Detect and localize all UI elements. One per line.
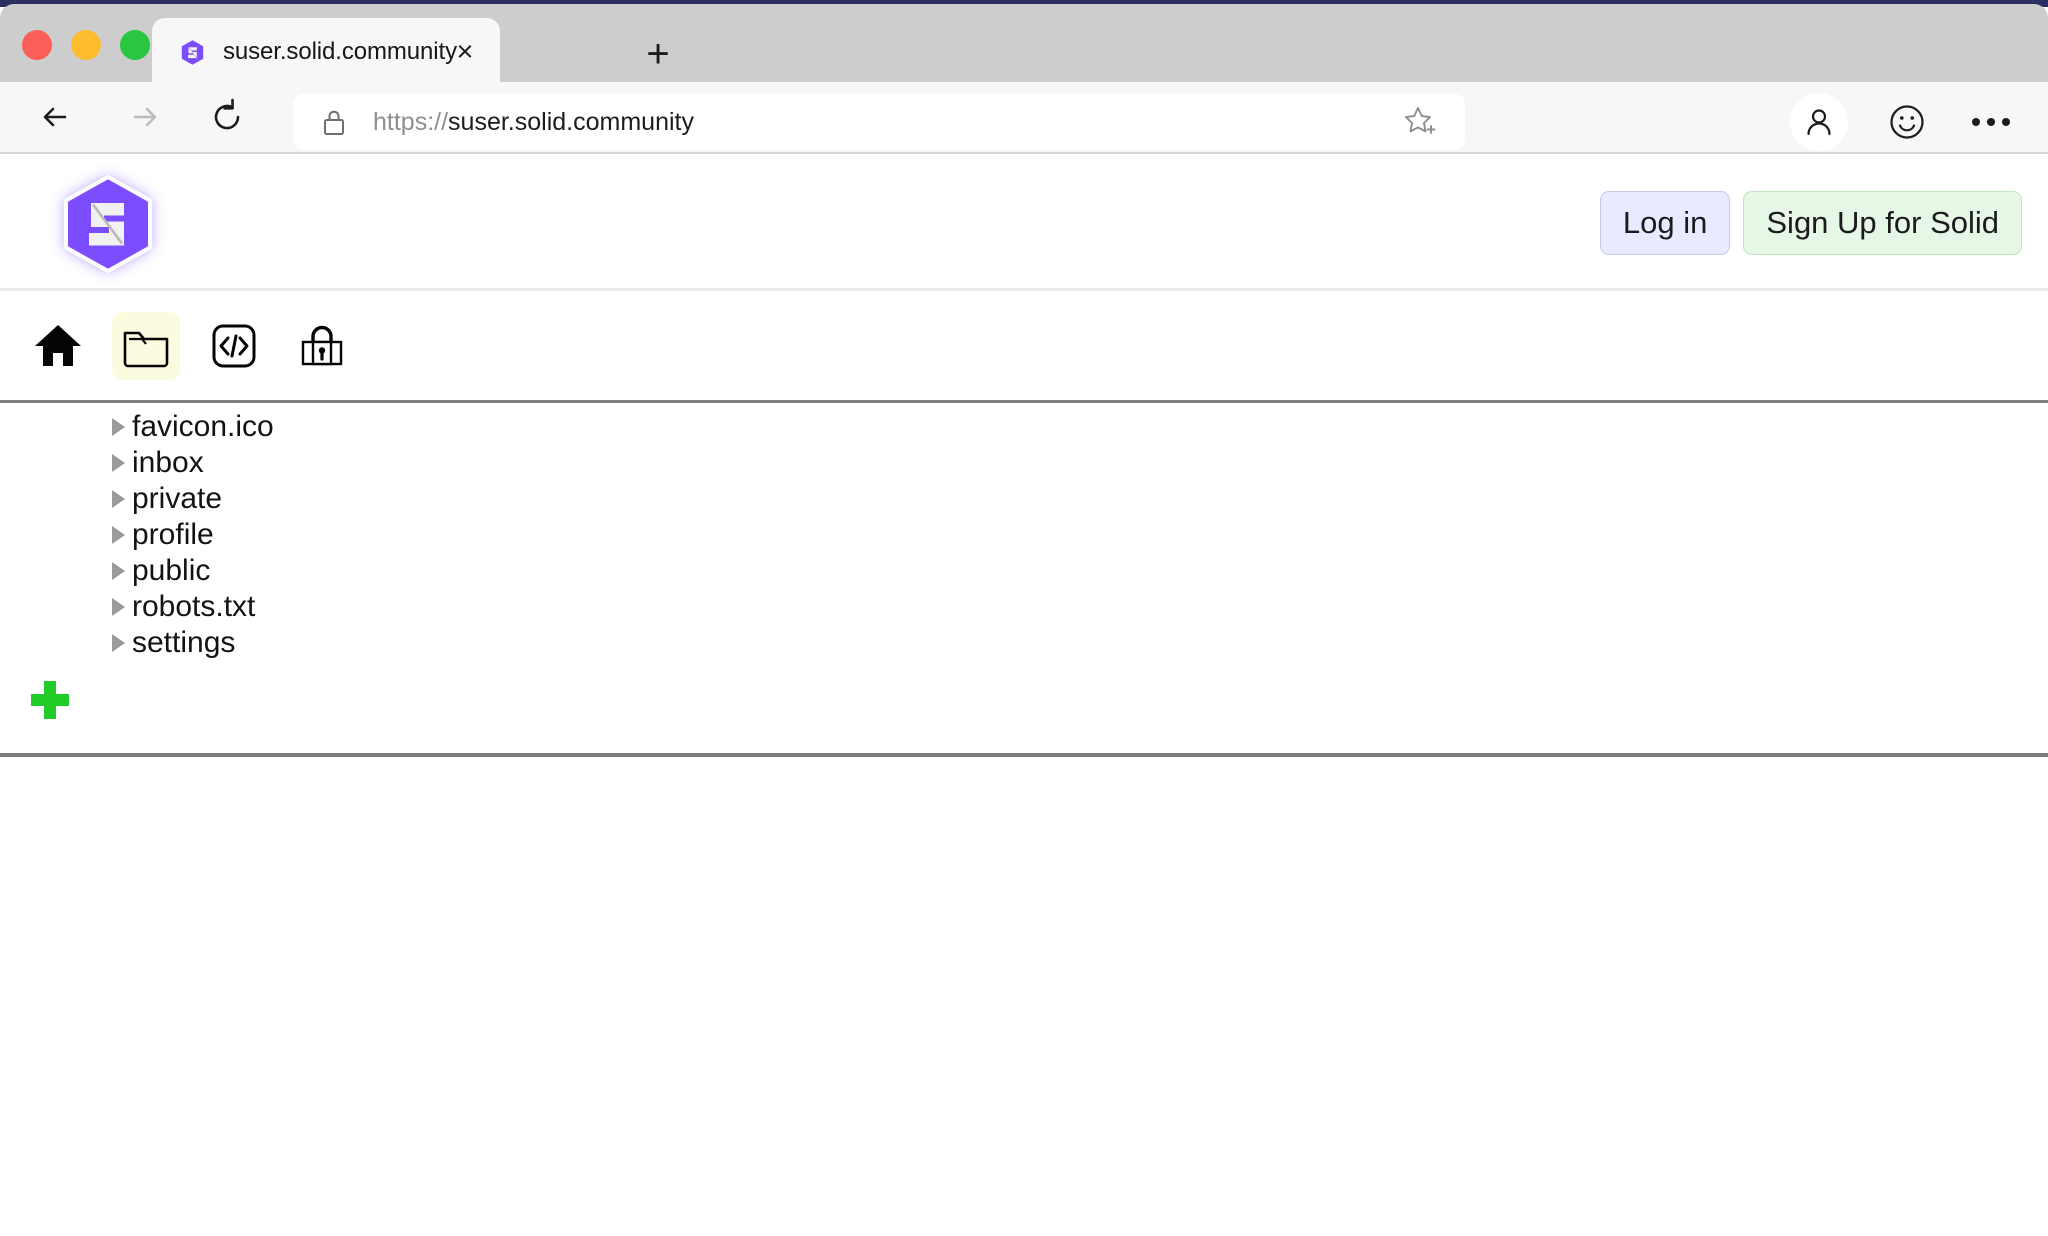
tab-strip: suser.solid.community × + [0, 4, 2048, 82]
sign-up-button[interactable]: Sign Up for Solid [1743, 191, 2022, 255]
ellipsis-dot [1972, 118, 1980, 126]
chevron-right-icon[interactable] [112, 418, 125, 436]
padlock-icon [321, 107, 347, 137]
add-row [0, 661, 2048, 753]
url-host: suser.solid.community [448, 108, 694, 136]
list-item[interactable]: favicon.ico [0, 409, 2048, 445]
close-window-button[interactable] [22, 30, 52, 60]
file-name[interactable]: settings [132, 628, 235, 658]
ellipsis-icon[interactable] [1962, 93, 2020, 151]
navigation-toolbar: https://suser.solid.community [0, 82, 2048, 154]
file-browser: favicon.ico inbox private profile public [0, 403, 2048, 757]
url-text: https://suser.solid.community [373, 108, 694, 137]
list-item[interactable]: settings [0, 625, 2048, 661]
plus-icon[interactable] [27, 677, 73, 723]
list-item[interactable]: robots.txt [0, 589, 2048, 625]
chevron-right-icon[interactable] [112, 634, 125, 652]
lock-icon[interactable] [288, 312, 356, 380]
site-header: Log in Sign Up for Solid [0, 156, 2048, 291]
content-divider [0, 753, 2048, 757]
code-icon[interactable] [200, 312, 268, 380]
close-icon[interactable]: × [448, 35, 482, 69]
tool-row [0, 291, 2048, 403]
back-arrow-icon[interactable] [34, 93, 82, 141]
solid-hexagon-icon [179, 39, 206, 66]
browser-tab[interactable]: suser.solid.community × [152, 18, 500, 86]
minimize-window-button[interactable] [71, 30, 101, 60]
new-tab-button[interactable]: + [638, 34, 678, 74]
file-name[interactable]: profile [132, 520, 214, 550]
list-item[interactable]: private [0, 481, 2048, 517]
file-name[interactable]: private [132, 484, 222, 514]
forward-arrow-icon [118, 93, 166, 141]
file-list: favicon.ico inbox private profile public [0, 409, 2048, 661]
file-name[interactable]: public [132, 556, 210, 586]
address-bar[interactable]: https://suser.solid.community [293, 94, 1465, 150]
url-scheme: https:// [373, 108, 448, 136]
smiley-face-icon[interactable] [1878, 93, 1936, 151]
reload-icon[interactable] [203, 93, 251, 141]
person-icon[interactable] [1790, 93, 1848, 151]
page-content: Log in Sign Up for Solid [0, 156, 2048, 1236]
window-controls [22, 30, 150, 60]
folder-icon[interactable] [112, 312, 180, 380]
list-item[interactable]: public [0, 553, 2048, 589]
file-name[interactable]: favicon.ico [132, 412, 274, 442]
home-icon[interactable] [24, 312, 92, 380]
auth-buttons: Log in Sign Up for Solid [1600, 191, 2022, 255]
ellipsis-dot [1987, 118, 1995, 126]
log-in-button[interactable]: Log in [1600, 191, 1730, 255]
browser-window: suser.solid.community × + [0, 0, 2048, 1236]
chevron-right-icon[interactable] [112, 562, 125, 580]
chevron-right-icon[interactable] [112, 454, 125, 472]
chevron-right-icon[interactable] [112, 526, 125, 544]
file-name[interactable]: robots.txt [132, 592, 255, 622]
solid-logo[interactable] [58, 174, 158, 274]
ellipsis-dot [2002, 118, 2010, 126]
list-item[interactable]: profile [0, 517, 2048, 553]
chevron-right-icon[interactable] [112, 598, 125, 616]
list-item[interactable]: inbox [0, 445, 2048, 481]
star-plus-icon[interactable] [1403, 105, 1437, 139]
tab-title: suser.solid.community [223, 38, 457, 66]
maximize-window-button[interactable] [120, 30, 150, 60]
file-name[interactable]: inbox [132, 448, 204, 478]
chevron-right-icon[interactable] [112, 490, 125, 508]
